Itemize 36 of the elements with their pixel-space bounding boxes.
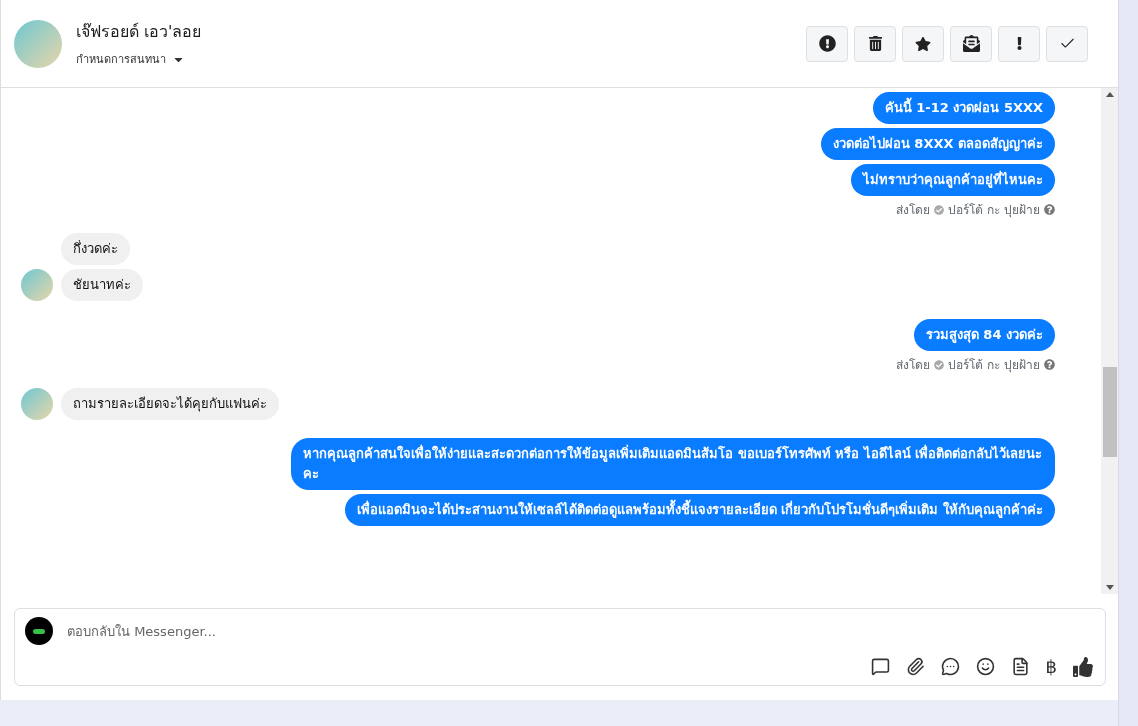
star-button[interactable] — [902, 25, 944, 62]
sender-name: ปอร์โต้ กะ ปุยฝ้าย — [948, 357, 1040, 374]
help-icon — [1044, 359, 1055, 370]
document-icon[interactable] — [1010, 657, 1030, 676]
smiley-icon[interactable] — [975, 657, 995, 676]
sent-by-label: ส่งโดย — [896, 202, 931, 219]
envelope-icon — [962, 35, 980, 52]
received-message: ถามรายละเอียดจะได้คุยกับแฟนค่ะ — [61, 388, 279, 420]
envelope-button[interactable] — [950, 25, 992, 62]
chat-bubble-icon[interactable] — [940, 657, 960, 676]
check-button[interactable] — [1046, 25, 1088, 62]
saved-reply-icon[interactable] — [870, 657, 890, 676]
sender-name: ปอร์โต้ กะ ปุยฝ้าย — [948, 202, 1040, 219]
trash-icon — [867, 36, 883, 51]
exclamation-button[interactable] — [998, 25, 1040, 62]
received-message: กึ่งวดค่ะ — [61, 233, 130, 265]
payment-button[interactable]: ฿ — [1045, 656, 1057, 677]
contact-name: เจ๊ฟรอยด์ เอว'ลอย — [76, 21, 203, 43]
help-icon — [1044, 204, 1055, 215]
star-icon — [915, 35, 931, 52]
alert-button[interactable] — [806, 25, 848, 62]
sent-message: ไม่ทราบว่าคุณลูกค้าอยู่ที่ไหนคะ — [851, 164, 1055, 196]
avatar — [14, 19, 62, 68]
paperclip-icon[interactable] — [905, 657, 925, 676]
sent-message: เพื่อแอดมินจะได้ประสานงานให้เซลล์ได้ติดต่อดูแลพร้อมทั้งชี้แจงรายละเอียด เกี่ยวกับโปรโมชั่นดีๆเพิ่มเติม ให้กับคุณลูกค้าค่ะ — [344, 494, 1055, 526]
trash-button[interactable] — [854, 25, 896, 62]
sent-message: งวดต่อไปผ่อน 8XXX ตลอดสัญญาค่ะ — [820, 128, 1055, 160]
conversation-settings-dropdown[interactable]: กำหนดการสนทนา — [76, 50, 792, 68]
sent-message: หากคุณลูกค้าสนใจเพื่อให้ง่ายและสะดวกต่อการให้ข้อมูลเพิ่มเติมแอดมินส้มโอ ขอเบอร์โทรศัพท์ หรือ ไอดีไลน์ เพื่อติดต่อกลับไว้เลยนะคะ — [291, 438, 1055, 490]
page-logo — [25, 617, 53, 645]
reply-field[interactable]: ตอบกลับใน Messenger... ฿ — [14, 608, 1106, 686]
received-message: ชัยนาทค่ะ — [61, 269, 143, 301]
sent-message: คันนี้ 1-12 งวดผ่อน 5XXX — [872, 92, 1055, 124]
sent-by-label: ส่งโดย — [896, 357, 931, 374]
thumbs-up-icon[interactable] — [1073, 656, 1093, 677]
sent-message: รวมสูงสุด 84 งวดค่ะ — [913, 319, 1055, 351]
